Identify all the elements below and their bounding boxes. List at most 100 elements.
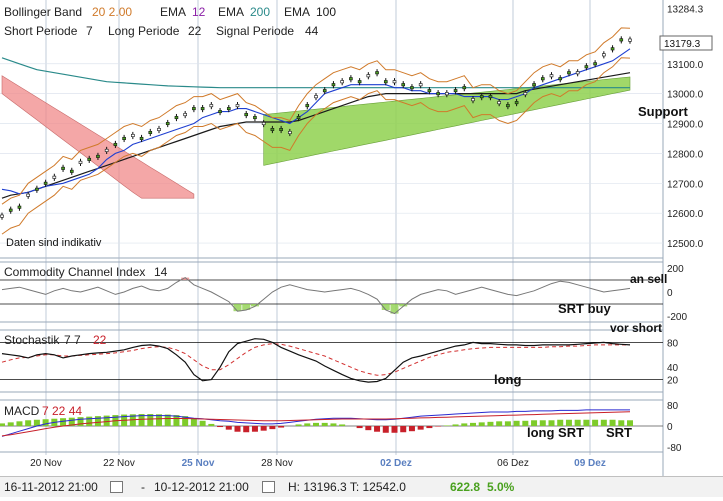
macd-histogram-bar <box>7 422 14 426</box>
price-candle <box>8 208 13 212</box>
legend-bollinger-params: 20 2.00 <box>92 5 132 19</box>
y-tick-label: 12500.0 <box>667 239 704 250</box>
macd-histogram-bar <box>234 426 241 432</box>
price-candle <box>471 98 475 102</box>
x-tick-label: 28 Nov <box>261 458 293 469</box>
calendar-from-icon[interactable] <box>110 481 123 493</box>
price-candle <box>322 89 327 93</box>
macd-histogram-bar <box>243 426 250 433</box>
price-candle <box>392 80 397 84</box>
macd-histogram-bar <box>278 426 285 428</box>
legend-long-periode-label: Long Periode <box>108 24 180 38</box>
price-candle <box>462 86 467 90</box>
legend-long-periode-value: 22 <box>188 24 202 38</box>
macd-histogram-bar <box>408 426 415 432</box>
last-price-label: 13179.3 <box>664 39 701 50</box>
calendar-to-icon[interactable] <box>262 481 275 493</box>
macd-histogram-bar <box>0 423 5 426</box>
price-candle <box>52 175 57 179</box>
macd-histogram-bar <box>504 421 511 426</box>
macd-histogram-bar <box>42 419 49 426</box>
price-candle <box>532 83 536 87</box>
y-tick-label: 13284.3 <box>667 5 704 16</box>
price-candle <box>174 116 179 120</box>
price-candle <box>296 116 301 120</box>
price-candle <box>497 101 501 105</box>
price-candle <box>453 89 458 93</box>
price-candle <box>17 205 22 209</box>
x-tick-label: 22 Nov <box>103 458 135 469</box>
macd-histogram-bar <box>190 418 197 426</box>
price-candle <box>226 107 231 111</box>
macd-panel-params: 7 22 44 <box>42 404 82 418</box>
stoch-panel-param-red: 22 <box>93 333 107 347</box>
legend-short-periode-label: Short Periode <box>4 24 78 38</box>
price-candle <box>270 128 275 132</box>
annotation-srt: SRT <box>606 425 632 440</box>
price-candle <box>157 128 161 132</box>
annotation-long: long <box>494 372 521 387</box>
macd-histogram-bar <box>60 418 67 426</box>
price-candle <box>349 77 353 81</box>
cci-panel-label: Commodity Channel Index <box>4 265 145 279</box>
y-tick-label: 12700.0 <box>667 179 704 190</box>
macd-tick-label: -80 <box>667 443 682 454</box>
macd-histogram-bar <box>374 426 381 432</box>
legend-ema100-label: EMA <box>284 5 310 19</box>
price-candle <box>209 104 214 108</box>
legend-ema200-params: 200 <box>250 5 270 19</box>
price-candle <box>61 166 65 170</box>
x-tick-label: 09 Dez <box>574 458 606 469</box>
price-candle <box>139 136 144 140</box>
macd-histogram-bar <box>16 421 23 426</box>
price-candle <box>183 113 187 117</box>
price-candle <box>602 53 606 57</box>
price-candle <box>104 148 109 152</box>
annotation-srt-buy: SRT buy <box>558 301 611 316</box>
cci-line <box>1 276 631 315</box>
price-candle <box>401 83 406 87</box>
legend-ema12-params: 12 <box>192 5 206 19</box>
price-candle <box>427 89 432 93</box>
macd-histogram-bar <box>321 422 328 426</box>
macd-histogram-bar <box>487 421 494 426</box>
macd-histogram-bar <box>313 422 319 426</box>
macd-panel-label: MACD <box>4 404 40 418</box>
price-candle <box>514 101 519 105</box>
stoch-tick-label: 20 <box>667 376 679 387</box>
chart-svg: Bollinger Band 20 2.00 EMA 12 EMA 200 EM… <box>0 0 713 476</box>
y-tick-label: 12600.0 <box>667 209 704 220</box>
macd-histogram-bar <box>583 419 590 426</box>
macd-histogram-bar <box>269 426 276 430</box>
macd-histogram-bar <box>225 426 232 430</box>
price-candle <box>366 74 371 78</box>
annotation-an-sell: an sell <box>630 272 667 286</box>
macd-histogram-bar <box>478 422 485 426</box>
price-candle <box>122 136 126 140</box>
price-candle <box>165 122 170 126</box>
stoch-panel-label: Stochastik <box>4 333 60 347</box>
price-candle <box>340 80 344 84</box>
price-candle <box>192 107 196 111</box>
macd-histogram-bar <box>435 426 442 427</box>
macd-histogram-bar <box>400 426 407 433</box>
price-candle <box>113 142 118 146</box>
macd-tick-label: 0 <box>667 422 673 433</box>
macd-histogram-bar <box>77 417 84 426</box>
cci-tick-label: 0 <box>667 288 673 299</box>
status-to-date[interactable]: 10-12-2012 21:00 <box>154 480 249 494</box>
status-percent: 5.0% <box>487 480 515 494</box>
price-candle <box>567 71 571 75</box>
status-separator: - <box>141 480 145 494</box>
price-candle <box>131 133 135 137</box>
price-candle <box>244 113 249 117</box>
price-candle <box>418 83 423 87</box>
macd-histogram-bar <box>365 426 372 431</box>
annotation-vor-short: vor short <box>610 321 662 335</box>
x-tick-label: 20 Nov <box>30 458 62 469</box>
annotation-support: Support <box>638 104 688 119</box>
price-candle <box>628 38 632 42</box>
status-from-date[interactable]: 16-11-2012 21:00 <box>4 480 98 494</box>
price-candle <box>200 107 205 111</box>
macd-histogram-bar <box>25 420 32 426</box>
